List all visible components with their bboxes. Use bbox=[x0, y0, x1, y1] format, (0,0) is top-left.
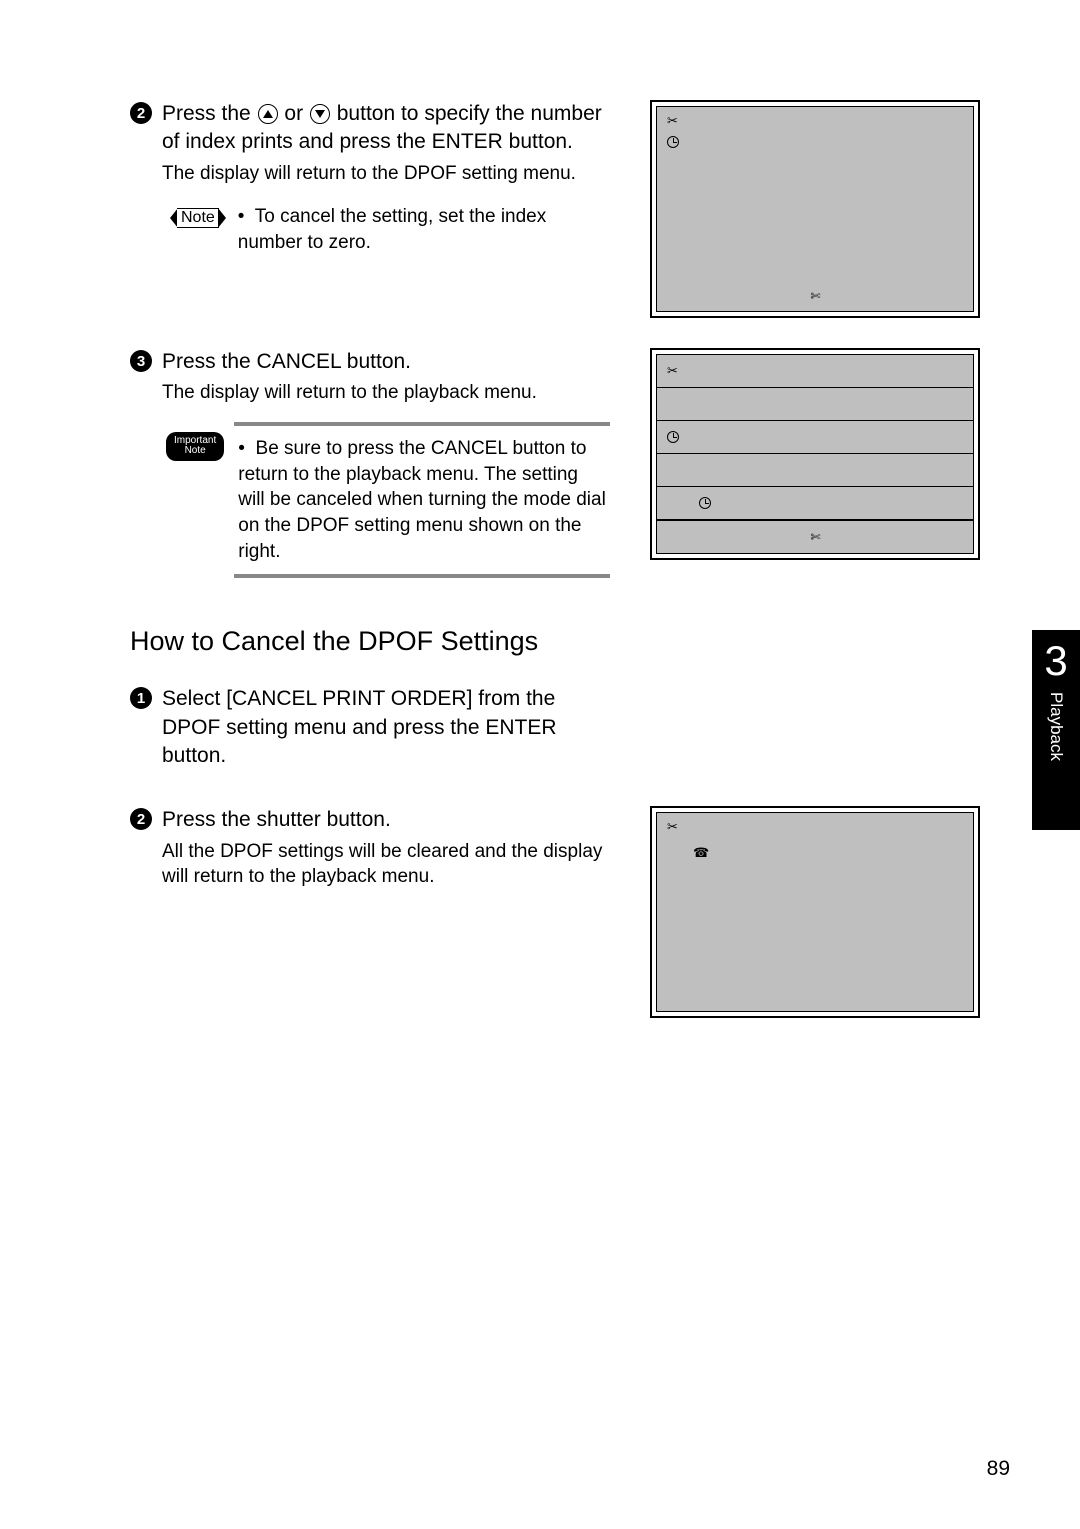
phone-icon: ☎ bbox=[693, 845, 709, 861]
step-3-main: Press the CANCEL button. bbox=[162, 348, 610, 376]
cancel-step-2-main: Press the shutter button. bbox=[162, 806, 610, 834]
text: Note bbox=[174, 446, 216, 457]
page-number: 89 bbox=[987, 1457, 1010, 1481]
lcd-figure-index-prints: ✂ ✄ bbox=[650, 100, 980, 318]
text: To cancel the setting, set the index num… bbox=[238, 206, 546, 253]
important-badge: Important Note bbox=[166, 432, 224, 461]
cancel-step-2: 2 Press the shutter button. All the DPOF… bbox=[130, 806, 610, 890]
cancel-step-1-main: Select [CANCEL PRINT ORDER] from the DPO… bbox=[162, 685, 610, 770]
scissors-icon: ✂ bbox=[667, 819, 678, 835]
note-label: Note bbox=[177, 208, 219, 228]
cancel-step-1: 1 Select [CANCEL PRINT ORDER] from the D… bbox=[130, 685, 610, 770]
section-heading: How to Cancel the DPOF Settings bbox=[130, 626, 1020, 657]
important-text: • Be sure to press the CANCEL button to … bbox=[234, 422, 610, 578]
step-3: 3 Press the CANCEL button. The display w… bbox=[130, 348, 610, 406]
clock-icon bbox=[667, 135, 679, 153]
up-button-icon bbox=[258, 104, 278, 124]
chapter-number: 3 bbox=[1044, 640, 1067, 682]
clock-icon bbox=[667, 431, 679, 443]
step-number-badge: 3 bbox=[130, 350, 152, 372]
cancel-step-2-sub: All the DPOF settings will be cleared an… bbox=[162, 839, 610, 890]
step-2: 2 Press the or button to specify the num… bbox=[130, 100, 610, 186]
step-2-sub: The display will return to the DPOF sett… bbox=[162, 161, 610, 187]
open-scissors-icon: ✄ bbox=[810, 289, 819, 303]
note-text: • To cancel the setting, set the index n… bbox=[238, 204, 610, 255]
bullet-icon: • bbox=[238, 204, 250, 230]
step-2-main: Press the or button to specify the numbe… bbox=[162, 100, 610, 157]
lcd-figure-dpof-menu: ✂ ✄ bbox=[650, 348, 980, 560]
chapter-label: Playback bbox=[1046, 692, 1066, 761]
lcd-figure-cancel: ✂ ☎ bbox=[650, 806, 980, 1018]
step-number-badge: 2 bbox=[130, 102, 152, 124]
note-block: Note • To cancel the setting, set the in… bbox=[166, 204, 610, 255]
clock-icon bbox=[699, 497, 711, 509]
note-badge: Note bbox=[166, 206, 230, 230]
bullet-icon: • bbox=[238, 436, 250, 462]
chapter-side-tab: 3 Playback bbox=[1032, 630, 1080, 830]
important-note-block: Important Note • Be sure to press the CA… bbox=[166, 422, 610, 578]
open-scissors-icon: ✄ bbox=[810, 530, 819, 544]
down-button-icon bbox=[310, 104, 330, 124]
step-number-badge: 1 bbox=[130, 687, 152, 709]
step-3-sub: The display will return to the playback … bbox=[162, 380, 610, 406]
text: Be sure to press the CANCEL button to re… bbox=[238, 438, 606, 562]
scissors-icon: ✂ bbox=[667, 113, 678, 129]
text: Press the bbox=[162, 102, 257, 125]
page-content: 2 Press the or button to specify the num… bbox=[0, 0, 1080, 1108]
scissors-icon: ✂ bbox=[667, 363, 678, 379]
text: or bbox=[284, 102, 309, 125]
step-number-badge: 2 bbox=[130, 808, 152, 830]
